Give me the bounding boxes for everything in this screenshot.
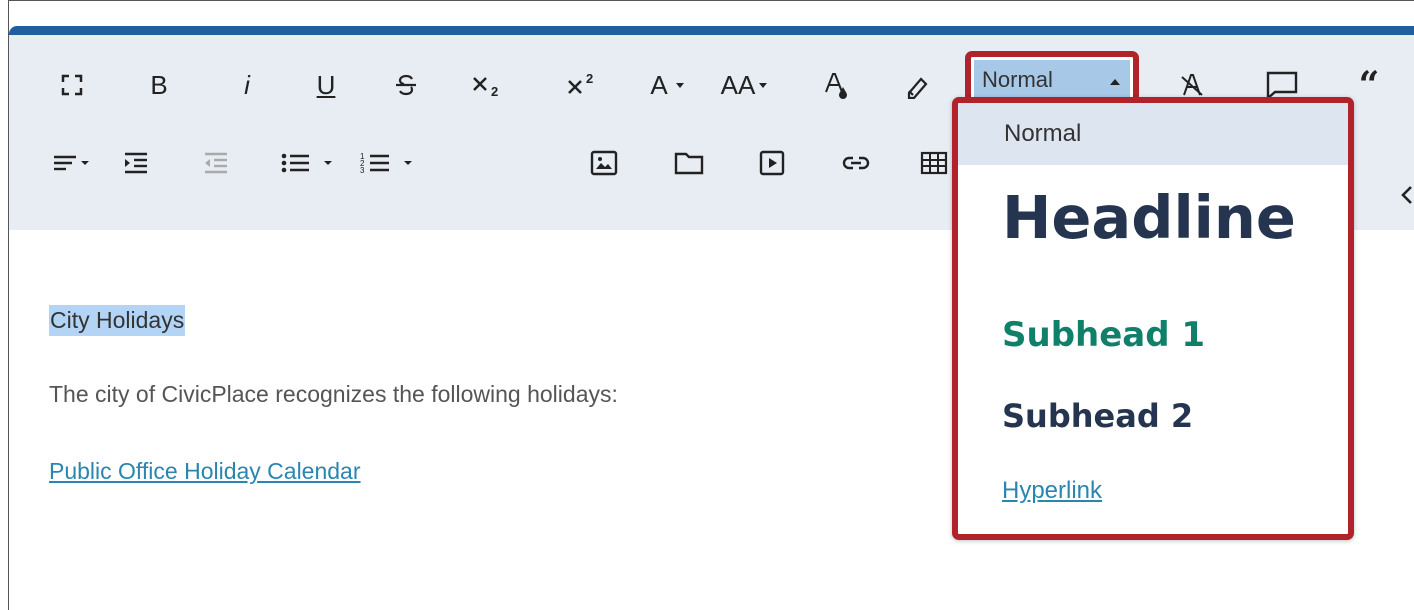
numbered-list-button[interactable]: 123 bbox=[357, 141, 425, 185]
chevron-left-icon[interactable] bbox=[1399, 175, 1414, 215]
font-size-button[interactable]: AA bbox=[714, 63, 774, 107]
italic-button[interactable]: i bbox=[232, 63, 262, 107]
format-option-hyperlink[interactable]: Hyperlink bbox=[958, 477, 1348, 505]
format-option-headline[interactable]: Headline bbox=[958, 183, 1348, 252]
align-button[interactable] bbox=[47, 141, 99, 185]
underline-label: U bbox=[316, 69, 336, 100]
outdent-icon bbox=[199, 141, 233, 185]
svg-text:3: 3 bbox=[360, 166, 365, 175]
background-color-button[interactable] bbox=[819, 63, 855, 107]
bullet-list-button[interactable] bbox=[277, 141, 345, 185]
bold-button[interactable]: B bbox=[144, 63, 174, 107]
paragraph-format-value[interactable]: Normal bbox=[974, 60, 1130, 100]
strikethrough-icon[interactable] bbox=[389, 63, 423, 107]
clear-format-icon[interactable] bbox=[899, 63, 935, 107]
calendar-link[interactable]: Public Office Holiday Calendar bbox=[49, 458, 361, 485]
svg-text:2: 2 bbox=[586, 72, 593, 86]
underline-button[interactable]: U bbox=[309, 63, 343, 107]
font-color-label: A bbox=[650, 69, 668, 100]
font-size-label: AA bbox=[720, 69, 756, 100]
paragraph-format-label: Normal bbox=[982, 67, 1053, 92]
link-icon[interactable] bbox=[836, 141, 876, 185]
italic-label: i bbox=[244, 69, 250, 100]
chevron-down-icon bbox=[759, 82, 768, 88]
paragraph-text[interactable]: The city of CivicPlace recognizes the fo… bbox=[49, 381, 618, 408]
bold-label: B bbox=[150, 69, 168, 100]
superscript-icon[interactable]: 2 bbox=[564, 63, 604, 107]
font-color-button[interactable]: A bbox=[642, 63, 692, 107]
paragraph-format-dropdown: Normal Headline Subhead 1 Subhead 2 Hype… bbox=[952, 97, 1354, 540]
video-icon[interactable] bbox=[752, 141, 792, 185]
folder-icon[interactable] bbox=[669, 141, 709, 185]
indent-icon[interactable] bbox=[119, 141, 153, 185]
subscript-icon[interactable]: 2 bbox=[469, 63, 509, 107]
blockquote-icon[interactable]: “ bbox=[1349, 63, 1389, 107]
chevron-down-icon bbox=[675, 82, 684, 88]
image-icon[interactable] bbox=[584, 141, 624, 185]
chevron-up-icon bbox=[1110, 79, 1120, 85]
selected-heading-text[interactable]: City Holidays bbox=[49, 305, 186, 336]
quote-glyph: “ bbox=[1358, 64, 1380, 106]
svg-text:2: 2 bbox=[491, 84, 498, 98]
format-option-subhead-2[interactable]: Subhead 2 bbox=[958, 397, 1348, 435]
format-option-normal[interactable]: Normal bbox=[958, 103, 1348, 165]
fullscreen-icon[interactable] bbox=[54, 63, 90, 107]
format-option-subhead-1[interactable]: Subhead 1 bbox=[958, 315, 1348, 355]
editor-top-border bbox=[9, 26, 1414, 35]
